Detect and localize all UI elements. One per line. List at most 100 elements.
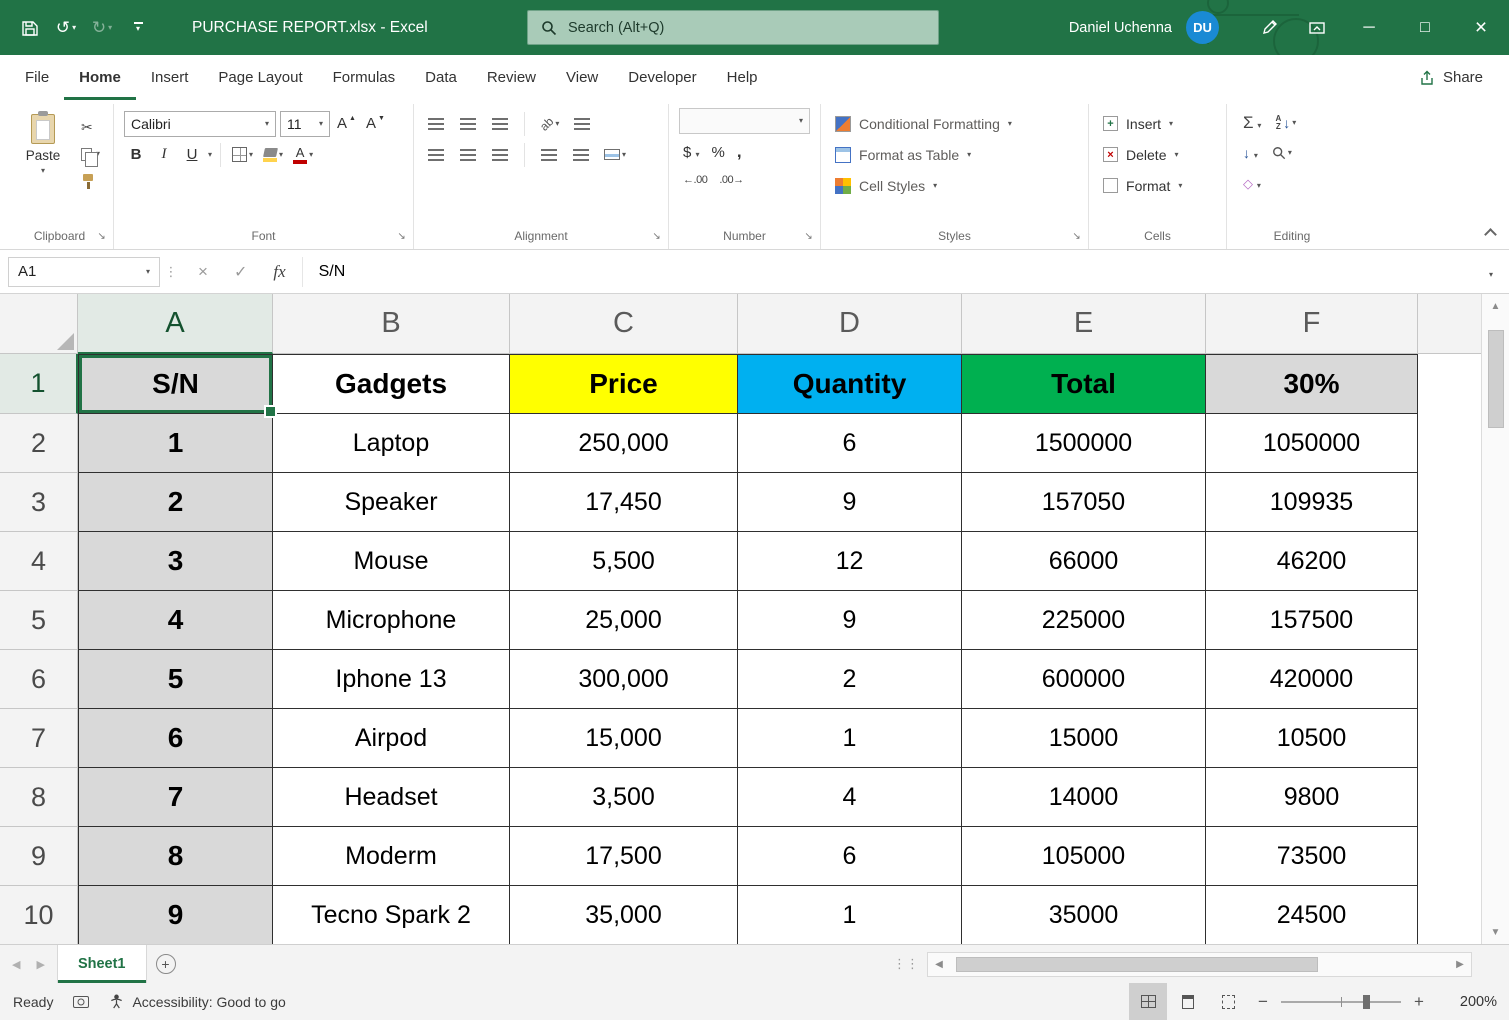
copy-button[interactable]: ▾ <box>78 143 103 165</box>
macro-record-icon[interactable] <box>73 996 89 1008</box>
grid-cell-quantity[interactable]: 6 <box>738 827 962 886</box>
search-box[interactable]: Search (Alt+Q) <box>527 10 939 45</box>
grid-cell-total[interactable]: 225000 <box>962 591 1206 650</box>
grid-cell-30pct[interactable]: 46200 <box>1206 532 1418 591</box>
cancel-entry-button[interactable]: × <box>198 262 208 282</box>
grid-cell-30pct[interactable]: 157500 <box>1206 591 1418 650</box>
row-header-1[interactable]: 1 <box>0 354 78 414</box>
grid-cell-gadget[interactable]: Laptop <box>273 414 510 473</box>
grid-cell-price[interactable]: 15,000 <box>510 709 738 768</box>
grid-cell-30pct[interactable]: 1050000 <box>1206 414 1418 473</box>
shrink-font-button[interactable]: A▼ <box>363 111 388 137</box>
grid-cell-30pct[interactable]: 24500 <box>1206 886 1418 944</box>
horizontal-scroll-thumb[interactable] <box>956 957 1318 972</box>
empty-cell-area[interactable] <box>1418 473 1481 532</box>
align-left-button[interactable] <box>424 142 448 168</box>
grid-cell-sn[interactable]: 8 <box>78 827 273 886</box>
grid-cell-total[interactable]: 15000 <box>962 709 1206 768</box>
tab-page-layout[interactable]: Page Layout <box>203 55 317 100</box>
user-name[interactable]: Daniel Uchenna <box>1069 20 1172 36</box>
format-cells-button[interactable]: Format▾ <box>1099 170 1216 201</box>
grid-cell-30pct[interactable]: 9800 <box>1206 768 1418 827</box>
row-header[interactable]: 8 <box>0 768 78 827</box>
column-header-d[interactable]: D <box>738 294 962 354</box>
empty-cell-area[interactable] <box>1418 591 1481 650</box>
grid-cell-gadget[interactable]: Speaker <box>273 473 510 532</box>
zoom-out-button[interactable]: − <box>1249 992 1277 1012</box>
grid-cell-sn[interactable]: 1 <box>78 414 273 473</box>
row-header[interactable]: 2 <box>0 414 78 473</box>
next-sheet-button[interactable]: ▶ <box>36 958 44 971</box>
zoom-level[interactable]: 200% <box>1439 994 1497 1010</box>
alignment-dialog-launcher[interactable]: ↘ <box>649 229 664 244</box>
column-header-f[interactable]: F <box>1206 294 1418 354</box>
grid-cell-sn[interactable]: 2 <box>78 473 273 532</box>
grid-cell-price[interactable]: 5,500 <box>510 532 738 591</box>
accounting-format-button[interactable]: $ ▾ <box>683 144 700 161</box>
cell-d1[interactable]: Quantity <box>738 354 962 414</box>
grid-cell-quantity[interactable]: 6 <box>738 414 962 473</box>
grid-cell-total[interactable]: 35000 <box>962 886 1206 944</box>
grid-cell-sn[interactable]: 5 <box>78 650 273 709</box>
top-align-button[interactable] <box>424 111 448 137</box>
grid-cell-price[interactable]: 250,000 <box>510 414 738 473</box>
grid-cell-30pct[interactable]: 10500 <box>1206 709 1418 768</box>
empty-cell-area[interactable] <box>1418 650 1481 709</box>
grid-cell-price[interactable]: 3,500 <box>510 768 738 827</box>
row-header[interactable]: 9 <box>0 827 78 886</box>
select-all-corner[interactable] <box>0 294 78 354</box>
merge-center-button[interactable]: ▾ <box>601 142 629 168</box>
orientation-button[interactable]: ab▾ <box>537 111 562 137</box>
row-header[interactable]: 10 <box>0 886 78 944</box>
format-as-table-button[interactable]: Format as Table▾ <box>831 139 1078 170</box>
column-header-b[interactable]: B <box>273 294 510 354</box>
empty-cell-area[interactable] <box>1418 768 1481 827</box>
ribbon-display-options-button[interactable] <box>1293 7 1341 49</box>
accessibility-status[interactable]: Accessibility: Good to go <box>109 994 285 1010</box>
zoom-slider-thumb[interactable] <box>1363 995 1370 1009</box>
decrease-decimal-button[interactable]: .00→ <box>719 174 743 186</box>
font-dialog-launcher[interactable]: ↘ <box>394 229 409 244</box>
grid-cell-quantity[interactable]: 1 <box>738 709 962 768</box>
share-button[interactable]: Share <box>1403 55 1499 100</box>
column-header-c[interactable]: C <box>510 294 738 354</box>
row-header[interactable]: 7 <box>0 709 78 768</box>
clear-button[interactable]: ◇ ▾ <box>1243 175 1261 192</box>
autosum-button[interactable]: Σ ▾ <box>1243 113 1261 133</box>
format-painter-button[interactable] <box>78 170 103 192</box>
font-name-combo[interactable]: Calibri▾ <box>124 111 276 137</box>
grid-cell-sn[interactable]: 6 <box>78 709 273 768</box>
save-button[interactable] <box>14 7 46 49</box>
expand-formula-bar-button[interactable]: ▾ <box>1479 264 1503 280</box>
align-right-button[interactable] <box>488 142 512 168</box>
cell-e1[interactable]: Total <box>962 354 1206 414</box>
sheet-tab-sheet1[interactable]: Sheet1 <box>57 945 147 983</box>
formula-bar-grip[interactable]: ⋮ <box>160 264 182 280</box>
tab-split-grip[interactable]: ⋮⋮ <box>885 945 927 983</box>
grid-cell-30pct[interactable]: 109935 <box>1206 473 1418 532</box>
page-layout-view-button[interactable] <box>1169 983 1207 1020</box>
empty-cell-area[interactable] <box>1418 886 1481 944</box>
scroll-down-arrow[interactable]: ▼ <box>1482 920 1509 944</box>
bottom-align-button[interactable] <box>488 111 512 137</box>
decrease-indent-button[interactable] <box>537 142 561 168</box>
middle-align-button[interactable] <box>456 111 480 137</box>
tab-view[interactable]: View <box>551 55 613 100</box>
grid-cell-total[interactable]: 14000 <box>962 768 1206 827</box>
number-dialog-launcher[interactable]: ↘ <box>801 229 816 244</box>
customize-quick-access-button[interactable]: ▾ <box>122 7 154 49</box>
row-header[interactable]: 6 <box>0 650 78 709</box>
normal-view-button[interactable] <box>1129 983 1167 1020</box>
grid-cell-quantity[interactable]: 12 <box>738 532 962 591</box>
sort-filter-button[interactable]: AZ↓▾ <box>1275 115 1296 131</box>
zoom-in-button[interactable]: + <box>1405 992 1433 1012</box>
column-header-a[interactable]: A <box>78 294 273 354</box>
insert-cells-button[interactable]: + Insert▾ <box>1099 108 1216 139</box>
bold-button[interactable]: B <box>124 142 148 168</box>
empty-cell-area[interactable] <box>1418 709 1481 768</box>
grid-cell-sn[interactable]: 9 <box>78 886 273 944</box>
tab-insert[interactable]: Insert <box>136 55 204 100</box>
empty-cell-area[interactable] <box>1418 414 1481 473</box>
grow-font-button[interactable]: A▲ <box>334 111 359 137</box>
empty-cell-area[interactable] <box>1418 827 1481 886</box>
